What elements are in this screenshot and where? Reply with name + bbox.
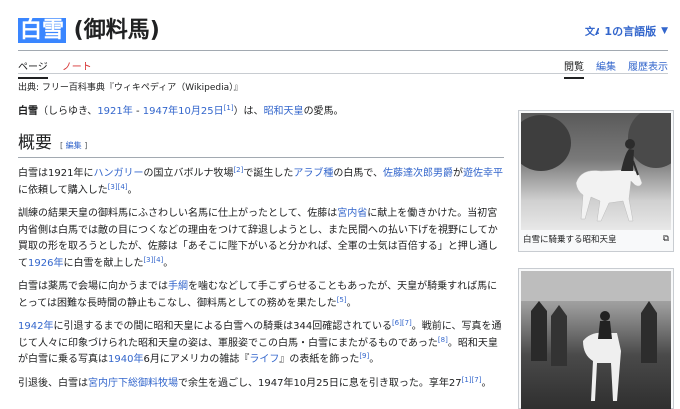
lead-text: ）は、 [233,106,264,117]
text: 。 [369,354,380,365]
photo-illustration [521,271,671,401]
text: で誕生した [243,168,294,179]
link-showa-emperor[interactable]: 昭和天皇 [264,106,304,117]
page-title-highlight: 白雪 [18,18,67,43]
figure-parade-photo [518,268,674,409]
link-1926[interactable]: 1926年 [28,258,63,269]
photo-cavalry-parade[interactable] [521,271,671,409]
tab-page[interactable]: ページ [18,58,48,79]
text: の国立バボルナ牧場 [143,168,234,179]
link-arab-horse[interactable]: アラブ種 [293,168,333,179]
text: に白雪を献上した [63,257,144,269]
paragraph-4: 1942年に引退するまでの間に昭和天皇による白雪への騎乗は344回確認されている… [18,319,504,369]
text: で余生を過ごし、1947年10月25日に息を引き取った。享年27 [178,377,462,389]
text: 白雪は薬馬で会場に向かうまでは [18,281,168,292]
link-ranch[interactable]: 宮内庁下総御料牧場 [88,378,178,389]
tab-read[interactable]: 閲覧 [564,58,584,79]
lead-paragraph: 白雪（しらゆき、1921年 - 1947年10月25日[1]）は、昭和天皇の愛馬… [18,104,504,121]
text: に依頼して購入した [18,184,108,196]
text: 。 [346,297,357,309]
section-edit: [ 編集 ] [60,138,87,155]
lead-name: 白雪 [18,106,38,117]
ref-link[interactable]: [3] [108,183,118,191]
link-sato[interactable]: 佐藤達次郎男爵 [383,168,453,179]
source-line: 出典: フリー百科事典『ウィキペディア（Wikipedia）』 [18,83,243,93]
lead-text: - [132,106,143,117]
tab-talk[interactable]: ノート [62,58,92,79]
link-yusa[interactable]: 遊佐幸平 [463,168,503,179]
ref-link[interactable]: [6] [392,319,402,327]
link-life[interactable]: ライフ [249,354,279,365]
chevron-down-icon: ▼ [661,26,668,36]
link-1942[interactable]: 1942年 [18,321,53,332]
link-birth-year[interactable]: 1921年 [97,106,132,117]
language-button-label: 1の言語版 [604,25,657,38]
link-reins[interactable]: 手綱 [168,281,188,292]
ref-link[interactable]: [3] [143,256,153,264]
translate-icon: 文A [585,25,599,37]
ref-link[interactable]: [4] [118,183,128,191]
title-divider [18,50,668,51]
tab-divider [18,73,668,74]
title-row: 白雪 (御料馬) 文A 1の言語版 ▼ [18,16,668,50]
photo-illustration [521,113,671,222]
photo-emperor-on-horse[interactable] [521,113,671,230]
lead-text: （しらゆき、 [38,106,98,117]
ref-link[interactable]: [1] [224,104,234,112]
link-death-date[interactable]: 1947年10月25日 [143,106,224,117]
svg-text:文A: 文A [585,25,599,37]
text: 。 [163,257,174,269]
figure-riding-photo: 白雪に騎乗する昭和天皇 ⧉ [518,110,674,252]
text: 。 [127,184,138,196]
text: が [452,168,463,179]
ref-link[interactable]: [5] [337,296,347,304]
tab-history[interactable]: 履歴表示 [628,58,668,79]
paragraph-1: 白雪は1921年にハンガリーの国立バボルナ牧場[2]で誕生したアラブ種の白馬で、… [18,166,504,199]
caption-text: 白雪に騎乗する昭和天皇 [523,235,617,245]
ref-link[interactable]: [9] [359,352,369,360]
section-title: 概要 [18,132,52,153]
section-edit-link[interactable]: 編集 [66,141,82,150]
lead-text: の愛馬。 [303,106,344,117]
section-heading: 概要 [ 編集 ] [18,132,504,158]
text: に引退するまでの間に昭和天皇による白雪への騎乗は344回確認されている [53,321,392,332]
enlarge-icon[interactable]: ⧉ [663,234,669,244]
view-tabs: 閲覧 編集 履歴表示 [564,58,668,79]
paragraph-3: 白雪は薬馬で会場に向かうまでは手綱を噛むなどして手こずらせることもあったが、天皇… [18,279,504,312]
ref-link[interactable]: [8] [438,336,448,344]
text: の白馬で、 [333,168,383,179]
link-1940[interactable]: 1940年 [108,354,143,365]
paragraph-5: 引退後、白雪は宮内庁下総御料牧場で余生を過ごし、1947年10月25日に息を引き… [18,376,504,393]
article-body: 白雪（しらゆき、1921年 - 1947年10月25日[1]）は、昭和天皇の愛馬… [18,104,504,399]
language-button[interactable]: 文A 1の言語版 ▼ [585,23,668,39]
edit-bracket: ] [81,140,88,150]
figure-caption: 白雪に騎乗する昭和天皇 ⧉ [521,230,671,248]
ref-link[interactable]: [4] [153,256,163,264]
page-title-rest: (御料馬) [66,18,160,43]
ref-link[interactable]: [2] [233,166,243,174]
ref-link[interactable]: [7] [472,376,482,384]
paragraph-2: 訓練の結果天皇の御料馬にふさわしい名馬に仕上がったとして、佐藤は宮内省に献上を働… [18,206,504,272]
text: 』の表紙を飾った [279,354,360,365]
text: 6月にアメリカの雑誌『 [143,354,250,365]
text: 訓練の結果天皇の御料馬にふさわしい名馬に仕上がったとして、佐藤は [18,208,338,219]
link-hungary[interactable]: ハンガリー [93,168,143,179]
text: 。 [481,377,492,389]
namespace-tabs: ページ ノート [18,58,92,79]
tab-edit[interactable]: 編集 [596,58,616,79]
link-imperial-household[interactable]: 宮内省 [337,208,367,219]
text: 引退後、白雪は [18,377,88,389]
ref-link[interactable]: [1] [462,376,472,384]
page-title: 白雪 (御料馬) [18,16,160,46]
ref-link[interactable]: [7] [402,319,412,327]
text: 白雪は1921年に [18,168,94,179]
